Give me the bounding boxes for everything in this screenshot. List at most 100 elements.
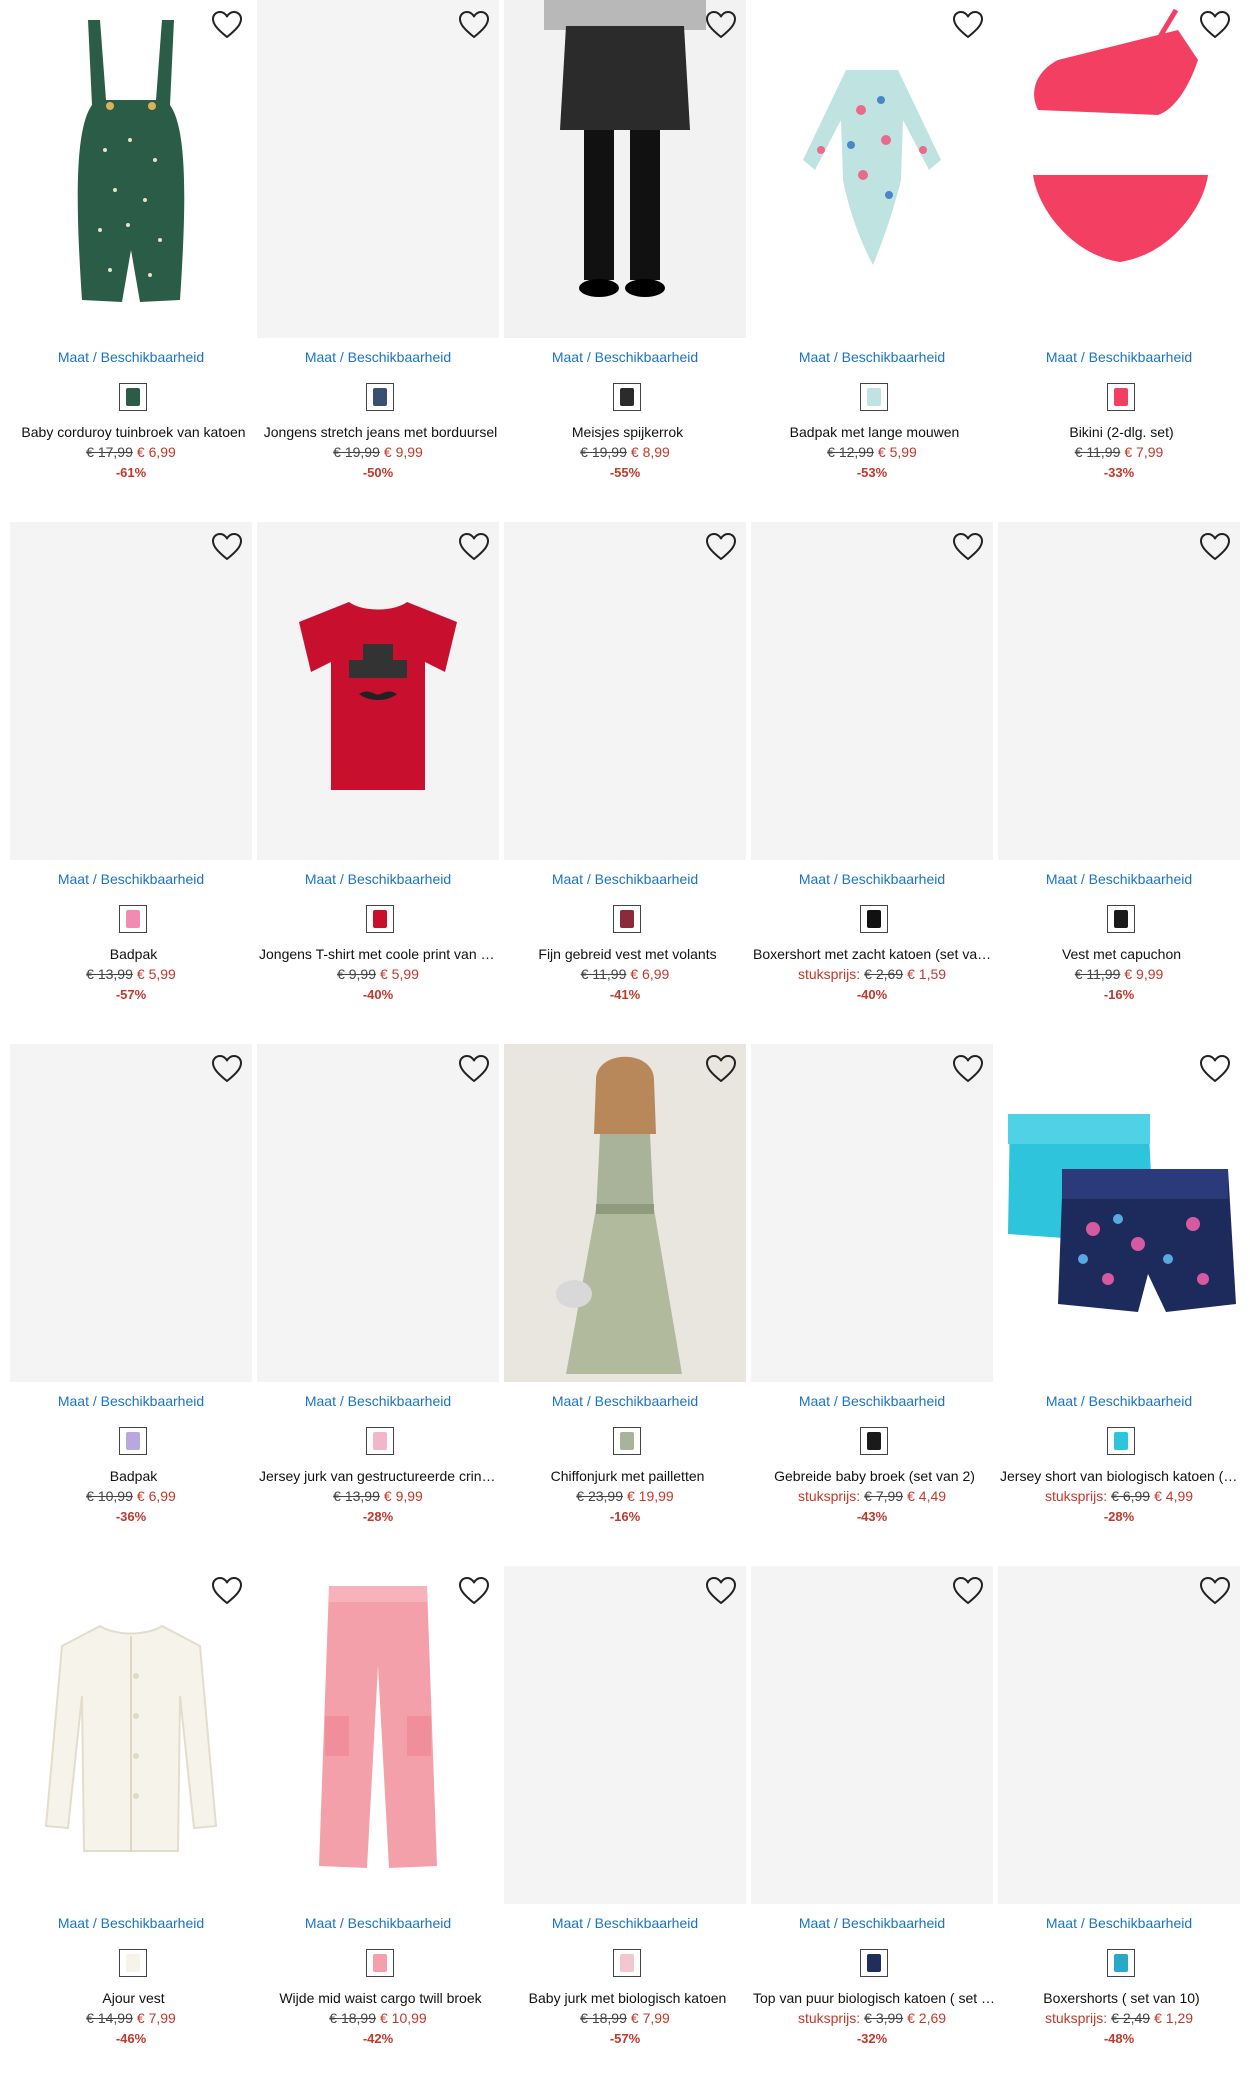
product-image[interactable] (10, 522, 252, 860)
product-card[interactable]: Maat / Beschikbaarheid Boxershort met za… (751, 522, 998, 1044)
size-availability-link[interactable]: Maat / Beschikbaarheid (998, 871, 1240, 887)
product-image[interactable] (504, 0, 746, 338)
product-image[interactable] (998, 1044, 1240, 1382)
product-card[interactable]: Maat / Beschikbaarheid Gebreide baby bro… (751, 1044, 998, 1566)
heart-icon[interactable] (211, 1054, 243, 1084)
size-availability-link[interactable]: Maat / Beschikbaarheid (10, 349, 252, 365)
color-swatch[interactable] (860, 1427, 888, 1455)
product-image[interactable] (504, 522, 746, 860)
size-availability-link[interactable]: Maat / Beschikbaarheid (751, 349, 993, 365)
color-swatch[interactable] (1107, 1427, 1135, 1455)
product-card[interactable]: Maat / Beschikbaarheid Badpak € 13,99 € 5… (10, 522, 257, 1044)
product-card[interactable]: Maat / Beschikbaarheid Badpak met lange … (751, 0, 998, 522)
product-card[interactable]: Maat / Beschikbaarheid Top van puur biol… (751, 1566, 998, 2088)
product-card[interactable]: Maat / Beschikbaarheid Bikini (2-dlg. se… (998, 0, 1245, 522)
product-name[interactable]: Badpak (10, 1468, 257, 1484)
product-name[interactable]: Fijn gebreid vest met volants (504, 946, 751, 962)
product-name[interactable]: Vest met capuchon (998, 946, 1245, 962)
heart-icon[interactable] (952, 10, 984, 40)
size-availability-link[interactable]: Maat / Beschikbaarheid (751, 871, 993, 887)
product-image[interactable] (10, 1566, 252, 1904)
color-swatch[interactable] (613, 383, 641, 411)
color-swatch[interactable] (1107, 383, 1135, 411)
size-availability-link[interactable]: Maat / Beschikbaarheid (998, 1393, 1240, 1409)
size-availability-link[interactable]: Maat / Beschikbaarheid (751, 1915, 993, 1931)
product-card[interactable]: Maat / Beschikbaarheid Ajour vest € 14,9… (10, 1566, 257, 2088)
color-swatch[interactable] (366, 1427, 394, 1455)
size-availability-link[interactable]: Maat / Beschikbaarheid (257, 349, 499, 365)
size-availability-link[interactable]: Maat / Beschikbaarheid (998, 349, 1240, 365)
color-swatch[interactable] (613, 905, 641, 933)
heart-icon[interactable] (705, 1576, 737, 1606)
product-card[interactable]: Maat / Beschikbaarheid Badpak € 10,99 € 6… (10, 1044, 257, 1566)
color-swatch[interactable] (119, 383, 147, 411)
product-image[interactable] (504, 1044, 746, 1382)
size-availability-link[interactable]: Maat / Beschikbaarheid (504, 349, 746, 365)
heart-icon[interactable] (458, 532, 490, 562)
size-availability-link[interactable]: Maat / Beschikbaarheid (257, 871, 499, 887)
heart-icon[interactable] (705, 10, 737, 40)
color-swatch[interactable] (366, 905, 394, 933)
product-name[interactable]: Baby corduroy tuinbroek van katoen (10, 424, 257, 440)
heart-icon[interactable] (1199, 1576, 1231, 1606)
product-card[interactable]: Maat / Beschikbaarheid Boxershorts ( set… (998, 1566, 1245, 2088)
color-swatch[interactable] (119, 1427, 147, 1455)
size-availability-link[interactable]: Maat / Beschikbaarheid (751, 1393, 993, 1409)
color-swatch[interactable] (613, 1949, 641, 1977)
product-name[interactable]: Boxershorts ( set van 10) (998, 1990, 1245, 2006)
size-availability-link[interactable]: Maat / Beschikbaarheid (257, 1393, 499, 1409)
product-image[interactable] (751, 1044, 993, 1382)
product-card[interactable]: Maat / Beschikbaarheid Fijn gebreid vest… (504, 522, 751, 1044)
heart-icon[interactable] (211, 10, 243, 40)
product-card[interactable]: Maat / Beschikbaarheid Jersey jurk van g… (257, 1044, 504, 1566)
product-name[interactable]: Badpak (10, 946, 257, 962)
size-availability-link[interactable]: Maat / Beschikbaarheid (998, 1915, 1240, 1931)
product-card[interactable]: Maat / Beschikbaarheid Baby corduroy tui… (10, 0, 257, 522)
color-swatch[interactable] (1107, 1949, 1135, 1977)
product-name[interactable]: Chiffonjurk met pailletten (504, 1468, 751, 1484)
product-image[interactable] (751, 0, 993, 338)
size-availability-link[interactable]: Maat / Beschikbaarheid (10, 871, 252, 887)
product-card[interactable]: Maat / Beschikbaarheid Wijde mid waist c… (257, 1566, 504, 2088)
product-card[interactable]: Maat / Beschikbaarheid Baby jurk met bio… (504, 1566, 751, 2088)
product-image[interactable] (751, 1566, 993, 1904)
product-name[interactable]: Top van puur biologisch katoen ( set van… (751, 1990, 998, 2006)
heart-icon[interactable] (1199, 10, 1231, 40)
heart-icon[interactable] (952, 1576, 984, 1606)
color-swatch[interactable] (366, 383, 394, 411)
color-swatch[interactable] (1107, 905, 1135, 933)
color-swatch[interactable] (613, 1427, 641, 1455)
color-swatch[interactable] (119, 1949, 147, 1977)
product-name[interactable]: Jersey jurk van gestructureerde crinkle … (257, 1468, 504, 1484)
color-swatch[interactable] (366, 1949, 394, 1977)
product-card[interactable]: Maat / Beschikbaarheid Jongens stretch j… (257, 0, 504, 522)
size-availability-link[interactable]: Maat / Beschikbaarheid (504, 1393, 746, 1409)
heart-icon[interactable] (458, 1576, 490, 1606)
product-image[interactable] (10, 0, 252, 338)
heart-icon[interactable] (952, 1054, 984, 1084)
product-name[interactable]: Jongens T-shirt met coole print van biol… (257, 946, 504, 962)
product-card[interactable]: Maat / Beschikbaarheid Jersey short van … (998, 1044, 1245, 1566)
product-image[interactable] (257, 0, 499, 338)
product-name[interactable]: Bikini (2-dlg. set) (998, 424, 1245, 440)
product-image[interactable] (998, 1566, 1240, 1904)
product-name[interactable]: Jersey short van biologisch katoen (set … (998, 1468, 1245, 1484)
product-name[interactable]: Jongens stretch jeans met borduursel (257, 424, 504, 440)
product-card[interactable]: Maat / Beschikbaarheid Chiffonjurk met p… (504, 1044, 751, 1566)
product-image[interactable] (998, 0, 1240, 338)
color-swatch[interactable] (119, 905, 147, 933)
color-swatch[interactable] (860, 383, 888, 411)
product-card[interactable]: Maat / Beschikbaarheid Meisjes spijkerro… (504, 0, 751, 522)
product-name[interactable]: Badpak met lange mouwen (751, 424, 998, 440)
heart-icon[interactable] (458, 10, 490, 40)
size-availability-link[interactable]: Maat / Beschikbaarheid (504, 1915, 746, 1931)
product-image[interactable] (10, 1044, 252, 1382)
size-availability-link[interactable]: Maat / Beschikbaarheid (257, 1915, 499, 1931)
product-card[interactable]: Maat / Beschikbaarheid Jongens T-shirt m… (257, 522, 504, 1044)
heart-icon[interactable] (1199, 1054, 1231, 1084)
size-availability-link[interactable]: Maat / Beschikbaarheid (504, 871, 746, 887)
heart-icon[interactable] (705, 532, 737, 562)
heart-icon[interactable] (458, 1054, 490, 1084)
product-image[interactable] (257, 1566, 499, 1904)
product-name[interactable]: Boxershort met zacht katoen (set van 5) (751, 946, 998, 962)
